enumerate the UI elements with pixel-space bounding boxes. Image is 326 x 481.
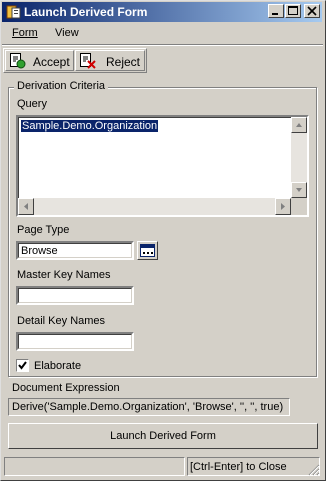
menu-form[interactable]: Form [12, 27, 38, 43]
document-expression-field: Derive('Sample.Demo.Organization', 'Brow… [8, 398, 290, 416]
menu-view-label: View [55, 27, 79, 39]
document-expression-value: Derive('Sample.Demo.Organization', 'Brow… [12, 401, 284, 413]
resize-grip-icon[interactable] [308, 464, 320, 476]
query-textarea[interactable]: Sample.Demo.Organization [16, 115, 309, 217]
status-left-panel [4, 457, 185, 476]
scroll-corner [291, 198, 307, 215]
accept-label: Accept [33, 55, 70, 69]
query-scroll-right-button[interactable] [275, 198, 291, 215]
lookup-icon [140, 244, 155, 257]
arrow-left-icon [24, 203, 28, 210]
elaborate-checkbox[interactable] [16, 359, 29, 372]
derivation-criteria-title: Derivation Criteria [14, 80, 109, 92]
menu-view[interactable]: View [55, 27, 79, 43]
menu-form-label: Form [12, 27, 38, 39]
elaborate-label: Elaborate [34, 360, 82, 372]
query-scroll-up-button[interactable] [291, 117, 307, 133]
minimize-icon [272, 13, 278, 15]
launch-button-label: Launch Derived Form [110, 430, 216, 442]
accept-page-icon [10, 53, 26, 69]
page-type-lookup-button[interactable] [137, 241, 158, 260]
page-type-label: Page Type [17, 224, 70, 236]
status-right-text: [Ctrl-Enter] to Close [190, 461, 287, 473]
accept-button[interactable]: Accept [5, 50, 74, 71]
reject-label: Reject [106, 55, 141, 69]
maximize-icon [288, 6, 298, 15]
launch-derived-form-button[interactable]: Launch Derived Form [8, 423, 318, 449]
arrow-right-icon [281, 203, 285, 210]
query-hscroll-track[interactable] [18, 198, 291, 215]
query-scroll-down-button[interactable] [291, 182, 307, 198]
minimize-button[interactable] [268, 4, 284, 18]
menu-divider-highlight [2, 45, 323, 46]
detail-key-label: Detail Key Names [17, 315, 106, 327]
reject-button[interactable]: Reject [75, 50, 145, 71]
query-label: Query [17, 98, 47, 110]
query-scroll-left-button[interactable] [18, 198, 34, 215]
master-key-label: Master Key Names [17, 269, 111, 281]
document-expression-label: Document Expression [12, 382, 120, 394]
query-value: Sample.Demo.Organization [21, 120, 159, 132]
checkmark-icon [18, 361, 27, 370]
master-key-input[interactable] [16, 286, 134, 305]
close-button[interactable] [304, 4, 320, 18]
page-type-input[interactable]: Browse [16, 241, 134, 260]
arrow-up-icon [296, 123, 302, 127]
derived-form-icon [6, 5, 21, 19]
reject-page-icon [80, 53, 96, 69]
close-icon [307, 6, 317, 16]
detail-key-input[interactable] [16, 332, 134, 351]
status-right-panel: [Ctrl-Enter] to Close [187, 457, 320, 476]
maximize-button[interactable] [285, 4, 301, 18]
arrow-down-icon [296, 188, 302, 192]
page-type-value: Browse [21, 245, 58, 257]
window-title: Launch Derived Form [24, 5, 148, 19]
